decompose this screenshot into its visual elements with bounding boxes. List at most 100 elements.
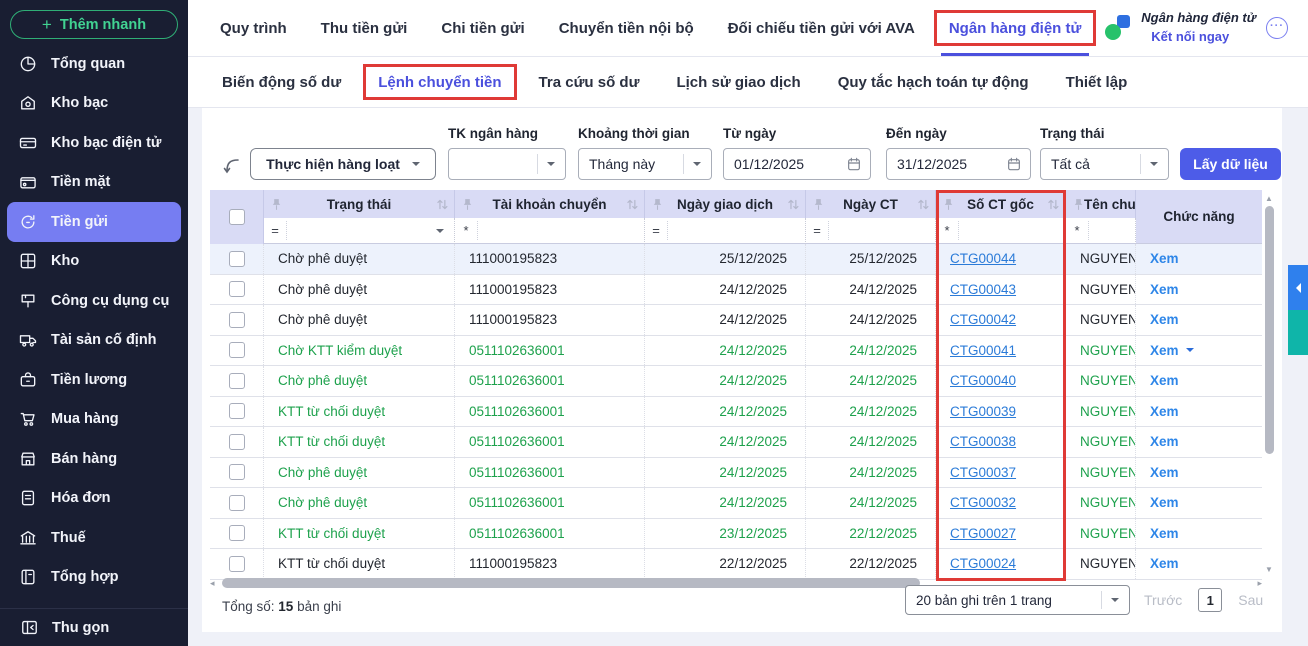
view-link[interactable]: Xem	[1150, 251, 1179, 266]
doc-no-link[interactable]: CTG00032	[950, 495, 1016, 510]
sub-nav-tab[interactable]: Tra cứu số dư	[539, 57, 640, 107]
table-row[interactable]: Chờ phê duyệt11100019582324/12/202524/12…	[210, 275, 1262, 306]
table-row[interactable]: KTT từ chối duyệt051110263600123/12/2025…	[210, 519, 1262, 550]
sidebar-item-treasury[interactable]: Kho bạc	[0, 84, 188, 124]
row-checkbox[interactable]	[229, 495, 245, 511]
filter-input[interactable]	[958, 221, 1065, 240]
view-link[interactable]: Xem	[1150, 373, 1179, 388]
sidebar-item-deposit[interactable]: Tiền gửi	[7, 202, 181, 242]
top-nav-tab[interactable]: Chuyển tiền nội bộ	[559, 0, 694, 56]
vertical-scrollbar[interactable]: ▲ ▼	[1264, 194, 1276, 574]
sub-nav-tab[interactable]: Quy tắc hạch toán tự động	[838, 57, 1029, 107]
row-checkbox[interactable]	[229, 434, 245, 450]
filter-input[interactable]	[477, 221, 644, 240]
sidebar-item-sales[interactable]: Bán hàng	[0, 439, 188, 479]
view-link[interactable]: Xem	[1150, 282, 1179, 297]
table-row[interactable]: Chờ phê duyệt051110263600124/12/202524/1…	[210, 458, 1262, 489]
table-row[interactable]: Chờ phê duyệt051110263600124/12/202524/1…	[210, 366, 1262, 397]
select-input[interactable]: Tháng này	[578, 148, 712, 180]
filter-input[interactable]	[667, 221, 805, 240]
column-filter-payee[interactable]: *	[1066, 218, 1136, 244]
view-link[interactable]: Xem	[1150, 526, 1179, 541]
filter-operator[interactable]: =	[645, 223, 667, 238]
date-input[interactable]: 01/12/2025	[723, 148, 871, 180]
doc-no-link[interactable]: CTG00024	[950, 556, 1016, 571]
doc-no-link[interactable]: CTG00042	[950, 312, 1016, 327]
row-checkbox[interactable]	[229, 525, 245, 541]
filter-input[interactable]	[828, 221, 935, 240]
table-row[interactable]: KTT từ chối duyệt051110263600124/12/2025…	[210, 427, 1262, 458]
doc-no-link[interactable]: CTG00044	[950, 251, 1016, 266]
scroll-left-icon[interactable]: ◂	[210, 578, 215, 589]
sidebar-item-salary[interactable]: Tiền lương	[0, 360, 188, 400]
sort-icon[interactable]	[787, 198, 799, 211]
sidebar-collapse-button[interactable]: Thu gọn	[0, 608, 188, 646]
select-input[interactable]: Tất cả	[1040, 148, 1169, 180]
sidebar-item-e-treasury[interactable]: Kho bạc điện tử	[0, 123, 188, 163]
column-filter-trans_date[interactable]: =	[645, 218, 806, 244]
filter-input[interactable]	[1088, 221, 1135, 240]
sidebar-item-fixed-asset[interactable]: Tài sản cố định	[0, 321, 188, 361]
sidebar-item-purchase[interactable]: Mua hàng	[0, 400, 188, 440]
row-checkbox[interactable]	[229, 281, 245, 297]
column-filter-status[interactable]: =	[264, 218, 455, 244]
top-nav-tab[interactable]: Đối chiếu tiền gửi với AVA	[728, 0, 915, 56]
doc-no-link[interactable]: CTG00043	[950, 282, 1016, 297]
filter-operator[interactable]: *	[455, 223, 477, 238]
side-panel-handle-blue[interactable]	[1288, 265, 1308, 310]
sidebar-item-ledger[interactable]: Tổng hợp	[0, 558, 188, 598]
connect-now-link[interactable]: Kết nối ngay	[1151, 28, 1229, 47]
select-all-checkbox[interactable]	[229, 209, 245, 225]
sort-icon[interactable]	[626, 198, 638, 211]
sidebar-item-tax[interactable]: Thuế	[0, 518, 188, 558]
top-nav-tab[interactable]: Quy trình	[220, 0, 287, 56]
top-nav-tab[interactable]: Ngân hàng điện tử	[949, 0, 1082, 56]
filter-operator[interactable]: *	[1066, 223, 1088, 238]
select-input[interactable]	[448, 148, 566, 180]
sub-nav-tab[interactable]: Biến động số dư	[222, 57, 341, 107]
sidebar-item-invoice[interactable]: Hóa đơn	[0, 479, 188, 519]
doc-no-link[interactable]: CTG00040	[950, 373, 1016, 388]
doc-no-link[interactable]: CTG00027	[950, 526, 1016, 541]
row-checkbox[interactable]	[229, 373, 245, 389]
sub-nav-tab[interactable]: Lịch sử giao dịch	[676, 57, 800, 107]
row-checkbox[interactable]	[229, 312, 245, 328]
top-nav-tab[interactable]: Thu tiền gửi	[321, 0, 408, 56]
prev-page-button[interactable]: Trước	[1144, 592, 1182, 608]
row-checkbox[interactable]	[229, 464, 245, 480]
sub-nav-tab[interactable]: Lệnh chuyển tiền	[378, 57, 501, 107]
view-link[interactable]: Xem	[1150, 312, 1179, 327]
doc-no-link[interactable]: CTG00039	[950, 404, 1016, 419]
view-link[interactable]: Xem	[1150, 404, 1179, 419]
side-panel-handle-teal[interactable]	[1288, 310, 1308, 355]
doc-no-link[interactable]: CTG00038	[950, 434, 1016, 449]
table-row[interactable]: Chờ phê duyệt11100019582324/12/202524/12…	[210, 305, 1262, 336]
vertical-scroll-thumb[interactable]	[1265, 206, 1274, 454]
filter-operator[interactable]: =	[806, 223, 828, 238]
row-checkbox[interactable]	[229, 556, 245, 572]
doc-no-link[interactable]: CTG00037	[950, 465, 1016, 480]
scroll-up-icon[interactable]: ▲	[1265, 194, 1273, 203]
current-page-button[interactable]: 1	[1198, 588, 1222, 612]
view-link[interactable]: Xem	[1150, 434, 1179, 449]
row-checkbox[interactable]	[229, 342, 245, 358]
date-input[interactable]: 31/12/2025	[886, 148, 1031, 180]
sort-icon[interactable]	[436, 198, 448, 211]
table-row[interactable]: Chờ phê duyệt11100019582325/12/202525/12…	[210, 244, 1262, 275]
sidebar-item-cash[interactable]: Tiền mặt	[0, 163, 188, 203]
filter-operator[interactable]: =	[264, 223, 286, 238]
filter-input[interactable]	[286, 221, 427, 240]
filter-operator[interactable]: *	[936, 223, 958, 238]
sort-order-icon[interactable]	[222, 156, 242, 181]
batch-action-dropdown[interactable]: Thực hiện hàng loạt	[250, 148, 436, 180]
column-filter-doc_no[interactable]: *	[936, 218, 1066, 244]
view-link[interactable]: Xem	[1150, 495, 1179, 510]
table-row[interactable]: Chờ KTT kiểm duyệt051110263600124/12/202…	[210, 336, 1262, 367]
doc-no-link[interactable]: CTG00041	[950, 343, 1016, 358]
sub-nav-tab[interactable]: Thiết lập	[1066, 57, 1128, 107]
view-link[interactable]: Xem	[1150, 465, 1179, 480]
row-checkbox[interactable]	[229, 403, 245, 419]
page-size-dropdown[interactable]: 20 bản ghi trên 1 trang	[905, 585, 1130, 615]
sidebar-item-tools[interactable]: Công cụ dụng cụ	[0, 281, 188, 321]
quick-add-button[interactable]: + Thêm nhanh	[10, 10, 178, 39]
